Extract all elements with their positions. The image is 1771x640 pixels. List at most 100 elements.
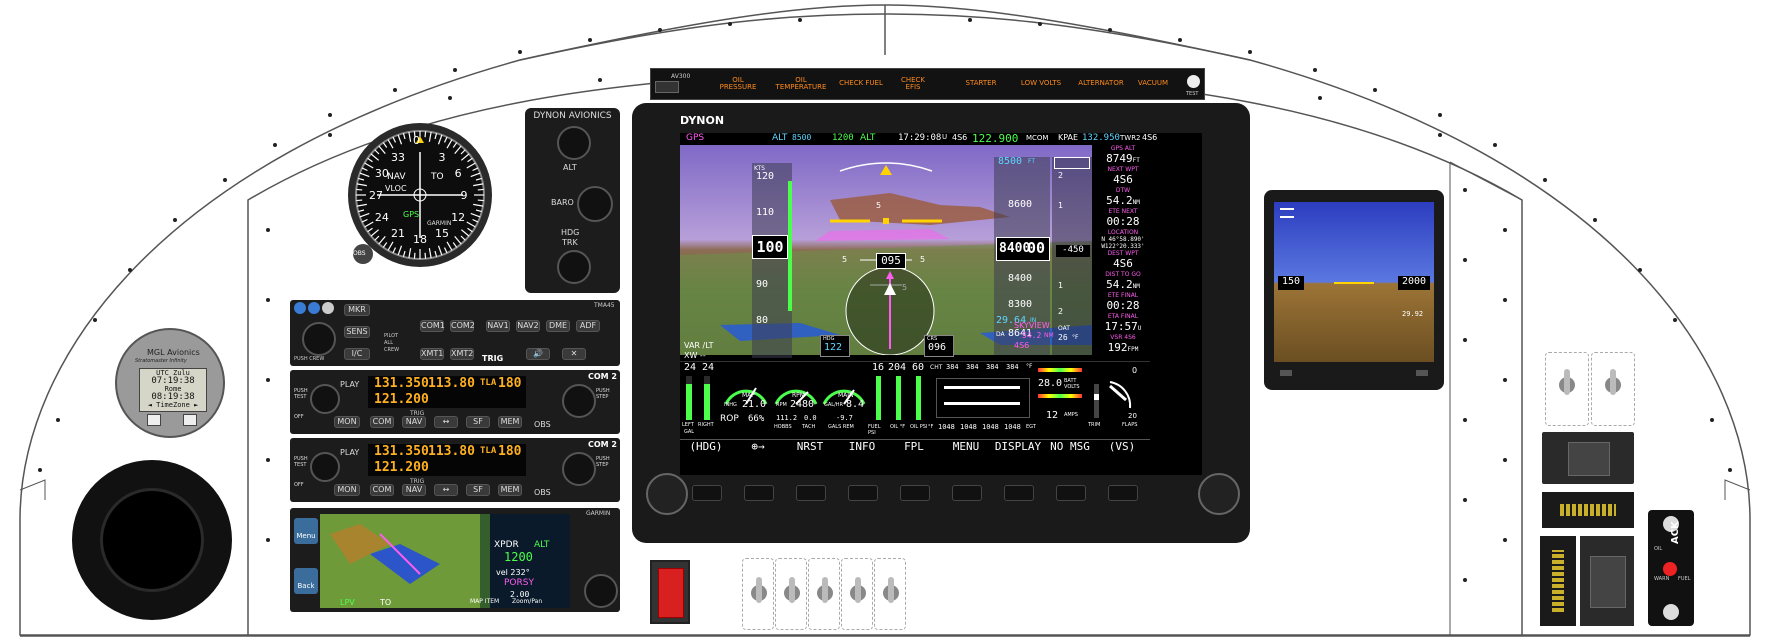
com-mon-button[interactable]: MON <box>334 416 360 428</box>
xmt1-button[interactable]: XMT1 <box>420 348 444 360</box>
com-com-button[interactable]: COM <box>370 484 394 496</box>
datablock-value-5: 4S6 <box>1096 257 1150 270</box>
com-swap-button[interactable]: ↔ <box>434 484 458 496</box>
skyview-unit: NM <box>1044 332 1054 339</box>
toggle-bottom-3[interactable] <box>808 558 840 630</box>
com-com-button[interactable]: COM <box>370 416 394 428</box>
softkey-button-3[interactable] <box>848 485 878 501</box>
airspeed-tape: KTS 120 110 90 80 100 <box>752 163 792 358</box>
vor-obs-knob[interactable]: OBS <box>353 250 366 257</box>
rocker-switch[interactable] <box>1542 432 1634 484</box>
ic-button[interactable]: I/C <box>344 348 370 360</box>
gtn-menu-button[interactable]: Menu <box>294 518 318 544</box>
backup-right-button[interactable] <box>1416 370 1428 376</box>
hdg-bug-value: 122 <box>824 342 843 353</box>
softkey-button-1[interactable] <box>744 485 774 501</box>
hobbs-value: 111.2 <box>776 414 798 422</box>
toggle-bottom-5[interactable] <box>874 558 906 630</box>
hobbs-label: HOBBS <box>774 424 792 430</box>
annunciator-test-button[interactable] <box>1187 75 1200 88</box>
com-mem-button[interactable]: MEM <box>498 416 522 428</box>
com-nav-button[interactable]: NAV <box>402 484 426 496</box>
com-nav-freq: 113.80 <box>428 444 475 459</box>
ack-screw-bottom <box>1663 604 1679 620</box>
gtn-zoom-pan: Zoom/Pan <box>512 598 543 605</box>
data-block: GPS ALT 8749FT NEXT WPT 4S6 DTW 54.2NM ETE NEX… <box>1094 145 1150 361</box>
toggle-bottom-1[interactable] <box>742 558 774 630</box>
datablock-label-8: ETA FINAL <box>1107 313 1139 320</box>
mkr-button[interactable]: MKR <box>344 304 370 316</box>
toggle-pair-right <box>1545 352 1635 426</box>
com-sf-button[interactable]: SF <box>466 484 490 496</box>
rocker-switch-2[interactable] <box>1580 536 1634 626</box>
nav2-button[interactable]: NAV2 <box>516 320 540 332</box>
softkey-button-0[interactable] <box>692 485 722 501</box>
backup-left-button[interactable] <box>1280 370 1292 376</box>
gtn-back-button[interactable]: Back <box>294 568 318 594</box>
dme-button[interactable]: DME <box>546 320 570 332</box>
annunciator-bar: AV300 OIL PRESSURE OIL TEMPERATURE CHECK… <box>650 68 1205 100</box>
softkey-button-7[interactable] <box>1056 485 1086 501</box>
gtn-squawk: 1200 <box>504 550 533 564</box>
datablock-unit-6: NM <box>1132 283 1140 290</box>
softkey-button-8[interactable] <box>1108 485 1138 501</box>
mgl-left-button[interactable] <box>147 414 161 426</box>
hdg-knob[interactable] <box>557 250 591 284</box>
com-off-label: OFF <box>294 414 304 420</box>
com-mem-button[interactable]: MEM <box>498 484 522 496</box>
fuel-psi-label: FUEL PSI <box>868 424 881 436</box>
sens-button[interactable]: SENS <box>344 326 370 338</box>
oil-f-value: 204 <box>888 362 907 373</box>
xmt2-button[interactable]: XMT2 <box>450 348 474 360</box>
toggle-right-1[interactable] <box>1545 352 1589 426</box>
trim-label: TRIM <box>1088 422 1101 428</box>
alt-current: 8400 <box>999 241 1031 256</box>
baro-knob[interactable] <box>577 186 613 222</box>
audio-volume-knob[interactable] <box>302 322 336 356</box>
right-knob[interactable] <box>1198 473 1240 515</box>
datablock-unit-4: W122°20.333' <box>1101 243 1145 250</box>
gtn-knob[interactable] <box>584 574 618 608</box>
top-dest: 4S6 <box>952 133 968 142</box>
softkey-button-2[interactable] <box>796 485 826 501</box>
com-mon-button[interactable]: MON <box>334 484 360 496</box>
top-tz: U <box>942 133 948 141</box>
ack-button[interactable] <box>1663 562 1677 576</box>
datablock-value-4: N 46°58.890' W122°20.333' <box>1096 236 1150 250</box>
rop-value: 66% <box>748 414 765 424</box>
softkey-button-4[interactable] <box>900 485 930 501</box>
audio-speaker-button[interactable]: 🔊 <box>526 348 550 360</box>
vor-gps: GPS <box>403 210 420 219</box>
vsi: 2 1 1 2 -450 OAT 26 °F <box>1052 157 1092 355</box>
com-nav-button[interactable]: NAV <box>402 416 426 428</box>
com-volume-knob[interactable] <box>310 452 340 482</box>
softkey-button-5[interactable] <box>952 485 982 501</box>
softkey-button-6[interactable] <box>1004 485 1034 501</box>
com-volume-knob[interactable] <box>310 384 340 414</box>
toggle-right-2[interactable] <box>1591 352 1635 426</box>
audio-mute-button[interactable]: ✕ <box>562 348 586 360</box>
alt-knob[interactable] <box>557 126 591 160</box>
com-freq-knob[interactable] <box>562 452 596 486</box>
mgl-brand: MGL Avionics <box>147 348 200 357</box>
large-black-knob[interactable] <box>72 460 232 620</box>
datablock-value-text-5: 4S6 <box>1113 257 1133 270</box>
gtn-navigator: GARMIN XPDR ALT 1200 vel 232° PORSY 2.00… <box>290 508 620 612</box>
com-sf-button[interactable]: SF <box>466 416 490 428</box>
master-switch[interactable] <box>650 560 690 624</box>
egt-label: EGT <box>1026 424 1036 430</box>
backup-menu-icon[interactable] <box>1280 208 1294 218</box>
left-knob[interactable] <box>646 473 688 515</box>
mgl-right-button[interactable] <box>183 414 197 426</box>
nav1-button[interactable]: NAV1 <box>486 320 510 332</box>
backup-alt: 2000 <box>1398 276 1430 290</box>
vor-scale-15: 15 <box>435 227 449 240</box>
adf-button[interactable]: ADF <box>576 320 600 332</box>
com2-button[interactable]: COM2 <box>450 320 475 332</box>
com-swap-button[interactable]: ↔ <box>434 416 458 428</box>
gtn-brand: GARMIN <box>586 510 611 517</box>
com-freq-knob[interactable] <box>562 384 596 418</box>
toggle-bottom-4[interactable] <box>841 558 873 630</box>
toggle-bottom-2[interactable] <box>775 558 807 630</box>
com1-button[interactable]: COM1 <box>420 320 445 332</box>
